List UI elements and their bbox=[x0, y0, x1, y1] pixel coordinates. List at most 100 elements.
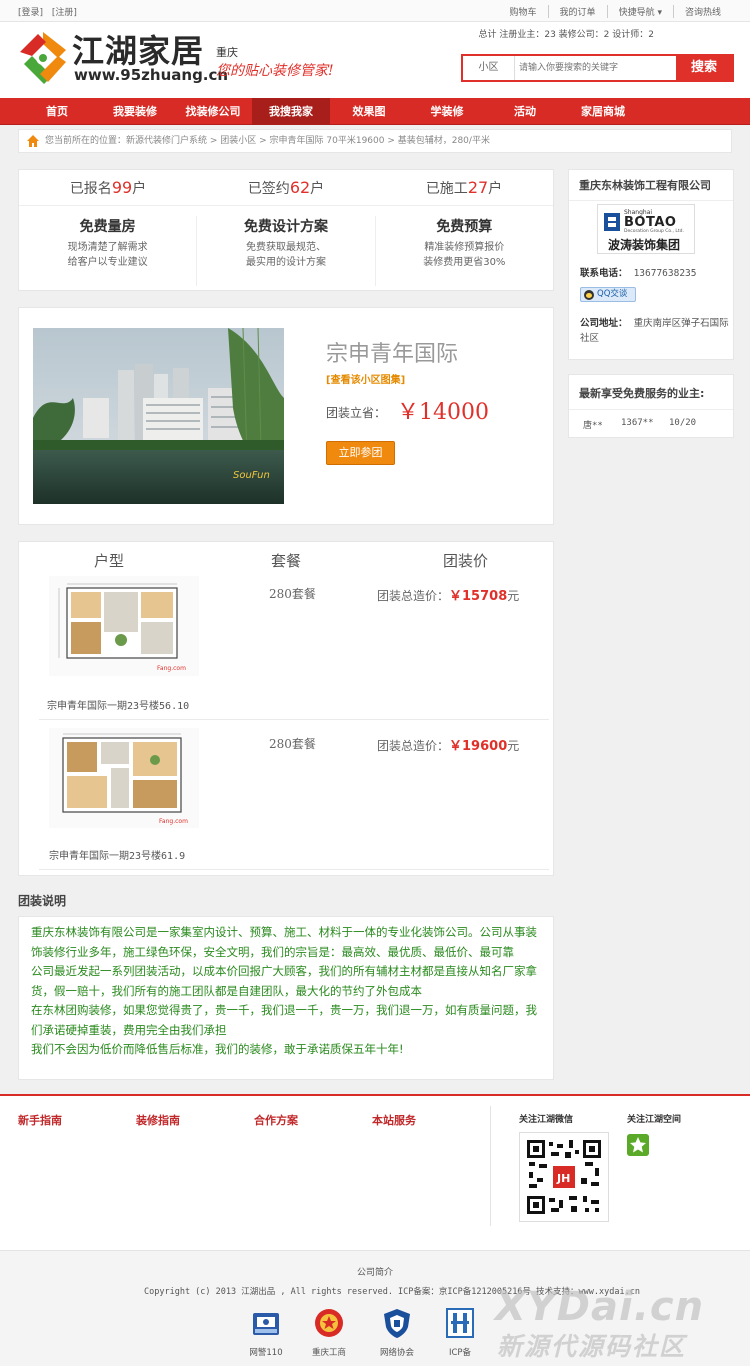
plan-caption: 宗申青年国际一期23号楼61.9 bbox=[49, 851, 186, 862]
album-link[interactable]: [查看该小区图集] bbox=[326, 371, 405, 386]
explain-paragraph: 在东林团购装修，如果您觉得贵了，贵一千，我们退一千，贵一万，我们退一万，如有质量… bbox=[31, 1003, 537, 1037]
group-total: 团装总造价：￥19600元 bbox=[377, 735, 519, 754]
group-total-value: ￥19600 bbox=[449, 739, 508, 754]
header: 江湖家居 www.95zhuang.cn 重庆 您的贴心装修管家! 总计 注册业… bbox=[0, 22, 750, 98]
free-budget[interactable]: 免费预算 精准装修预算报价 装修费用更省30% bbox=[374, 216, 553, 286]
company-name[interactable]: 重庆东林装饰工程有限公司 bbox=[569, 170, 733, 201]
quick-nav-label: 快捷导航 bbox=[618, 8, 655, 18]
badge-police-label: 网警110 bbox=[249, 1348, 283, 1358]
quick-nav-link[interactable]: 快捷导航 ▾ bbox=[606, 5, 673, 18]
city-label[interactable]: 重庆 bbox=[216, 44, 238, 60]
my-orders-link[interactable]: 我的订单 bbox=[547, 5, 607, 18]
plans-table: 户型 套餐 团装价 Fang.com 宗申青年国际一期23号楼56.10 280… bbox=[18, 541, 554, 876]
cart-link[interactable]: 购物车 bbox=[499, 5, 548, 18]
chevron-down-icon: ▾ bbox=[657, 8, 662, 18]
header-layout: 户型 bbox=[94, 552, 125, 570]
company-card: 重庆东林装饰工程有限公司 Shanghai BOTAO Decoration G… bbox=[568, 169, 734, 360]
qq-chat-button[interactable]: QQ交谈 bbox=[580, 287, 636, 302]
company-logo[interactable]: Shanghai BOTAO Decoration Group Co., Ltd… bbox=[597, 204, 695, 254]
group-total-label: 团装总造价： bbox=[377, 739, 450, 753]
nav-home[interactable]: 首页 bbox=[18, 98, 96, 125]
company-intro-link: 公司简介 bbox=[0, 1265, 750, 1278]
signed-up-unit: 户 bbox=[132, 181, 147, 197]
list-item: 唐** 1367** 10/20 bbox=[569, 410, 733, 431]
join-group-button[interactable]: 立即参团 bbox=[326, 441, 395, 465]
project-title: 宗申青年国际 bbox=[326, 342, 459, 367]
free-design-title: 免费设计方案 bbox=[243, 219, 328, 235]
header-package: 套餐 bbox=[271, 552, 302, 570]
police-badge-icon bbox=[253, 1313, 279, 1335]
watermark-logo: XYDai.cn bbox=[495, 1284, 705, 1330]
floor-plan-image[interactable]: Fang.com bbox=[49, 728, 199, 828]
slogan: 您的贴心装修管家! bbox=[216, 63, 334, 79]
badge-network[interactable]: 网络协会 bbox=[377, 1307, 417, 1358]
explain-paragraph: 公司最近发起一系列团装活动，以成本价回报广大顾客，我们的所有辅材主材都是直接从知… bbox=[31, 964, 537, 998]
nav-search-home[interactable]: 我搜我家 bbox=[252, 98, 330, 125]
hotline-link[interactable]: 咨询热线 bbox=[672, 5, 732, 18]
free-design-line2: 最实用的设计方案 bbox=[245, 257, 326, 268]
floor-plan-image[interactable]: Fang.com bbox=[49, 576, 199, 676]
login-link[interactable]: [登录] bbox=[18, 8, 43, 18]
nav-find-company[interactable]: 找装修公司 bbox=[174, 98, 252, 125]
free-budget-line1: 精准装修预算报价 bbox=[424, 242, 505, 253]
logo-line3: Decoration Group Co., Ltd. bbox=[624, 229, 684, 234]
free-design[interactable]: 免费设计方案 免费获取最规范、 最实用的设计方案 bbox=[196, 216, 374, 286]
contracted-unit: 户 bbox=[310, 181, 325, 197]
nav-events[interactable]: 活动 bbox=[486, 98, 564, 125]
footer: 新手指南 装修指南 合作方案 本站服务 关注江湖微信 关注江湖空间 JH bbox=[0, 1094, 750, 1250]
free-measure-line1: 现场清楚了解需求 bbox=[67, 242, 148, 253]
breadcrumb-text[interactable]: 您当前所在的位置：新源代装修门户系统 > 团装小区 > 宗申青年国际 70平米1… bbox=[45, 136, 490, 146]
badge-police[interactable]: 网警110 bbox=[246, 1307, 286, 1358]
nav-renderings[interactable]: 效果图 bbox=[330, 98, 408, 125]
savings-label: 团装立省： bbox=[326, 406, 387, 420]
register-link[interactable]: [注册] bbox=[52, 8, 77, 18]
constructed-unit: 户 bbox=[488, 181, 503, 197]
footer-newbie-guide[interactable]: 新手指南 bbox=[18, 1112, 62, 1128]
home-icon[interactable] bbox=[26, 134, 40, 148]
phone-label: 联系电话： bbox=[580, 268, 628, 279]
free-measure-title: 免费量房 bbox=[79, 219, 136, 235]
breadcrumb: 您当前所在的位置：新源代装修门户系统 > 团装小区 > 宗申青年国际 70平米1… bbox=[18, 129, 732, 153]
free-budget-title: 免费预算 bbox=[436, 219, 493, 235]
explain-title: 团装说明 bbox=[18, 894, 67, 908]
footer-decor-guide[interactable]: 装修指南 bbox=[136, 1112, 180, 1128]
badge-icp[interactable]: ICP备 bbox=[440, 1307, 480, 1358]
contracted-count: 已签约62户 bbox=[197, 170, 375, 205]
footer-cooperation[interactable]: 合作方案 bbox=[254, 1112, 298, 1128]
contracted-prefix: 已签约 bbox=[247, 181, 290, 197]
search-category-select[interactable]: 小区 bbox=[463, 56, 515, 80]
owner-name: 唐** bbox=[583, 421, 603, 431]
community-photo[interactable]: SouFun bbox=[33, 328, 284, 504]
svg-text:Fang.com: Fang.com bbox=[157, 665, 186, 672]
plan-caption: 宗申青年国际一期23号楼56.10 bbox=[47, 701, 190, 712]
nav-mall[interactable]: 家居商城 bbox=[564, 98, 642, 125]
badge-commerce[interactable]: 重庆工商 bbox=[309, 1307, 349, 1358]
top-bar: [登录] [注册] 购物车 我的订单 快捷导航 ▾ 咨询热线 bbox=[0, 0, 750, 22]
search-button[interactable]: 搜索 bbox=[676, 56, 732, 80]
table-row: Fang.com 宗申青年国际一期23号楼56.10 280套餐 团装总造价：￥… bbox=[39, 570, 549, 720]
constructed-prefix: 已施工 bbox=[425, 181, 468, 197]
svg-text:JH: JH bbox=[556, 1172, 570, 1185]
company-intro-label[interactable]: 公司简介 bbox=[357, 1268, 393, 1278]
explain-panel: 重庆东林装饰有限公司是一家集室内设计、预算、施工、材料于一体的专业化装饰公司。公… bbox=[18, 916, 554, 1080]
signed-up-prefix: 已报名 bbox=[69, 181, 112, 197]
qzone-star-icon[interactable] bbox=[627, 1134, 649, 1156]
owner-date: 10/20 bbox=[669, 418, 697, 428]
wechat-qr-code[interactable]: JH bbox=[519, 1132, 609, 1222]
search-input[interactable] bbox=[519, 58, 674, 78]
footer-services[interactable]: 本站服务 bbox=[372, 1112, 416, 1128]
latest-title: 最新享受免费服务的业主: bbox=[569, 375, 733, 410]
group-total: 团装总造价：￥15708元 bbox=[377, 585, 519, 604]
wechat-title: 关注江湖微信 bbox=[519, 1115, 574, 1125]
address-label: 公司地址： bbox=[580, 318, 628, 329]
icp-icon bbox=[446, 1308, 474, 1338]
qq-icon bbox=[584, 290, 594, 300]
owner-phone: 1367** bbox=[621, 418, 654, 428]
logo-icon[interactable] bbox=[18, 30, 68, 86]
nav-learn[interactable]: 学装修 bbox=[408, 98, 486, 125]
search-bar: 小区 搜索 bbox=[461, 54, 734, 82]
nav-decorate[interactable]: 我要装修 bbox=[96, 98, 174, 125]
free-measure[interactable]: 免费量房 现场清楚了解需求 给客户以专业建议 bbox=[19, 216, 196, 286]
signed-up-count: 已报名99户 bbox=[19, 170, 197, 205]
company-phone: 联系电话： 13677638235 bbox=[580, 266, 696, 281]
